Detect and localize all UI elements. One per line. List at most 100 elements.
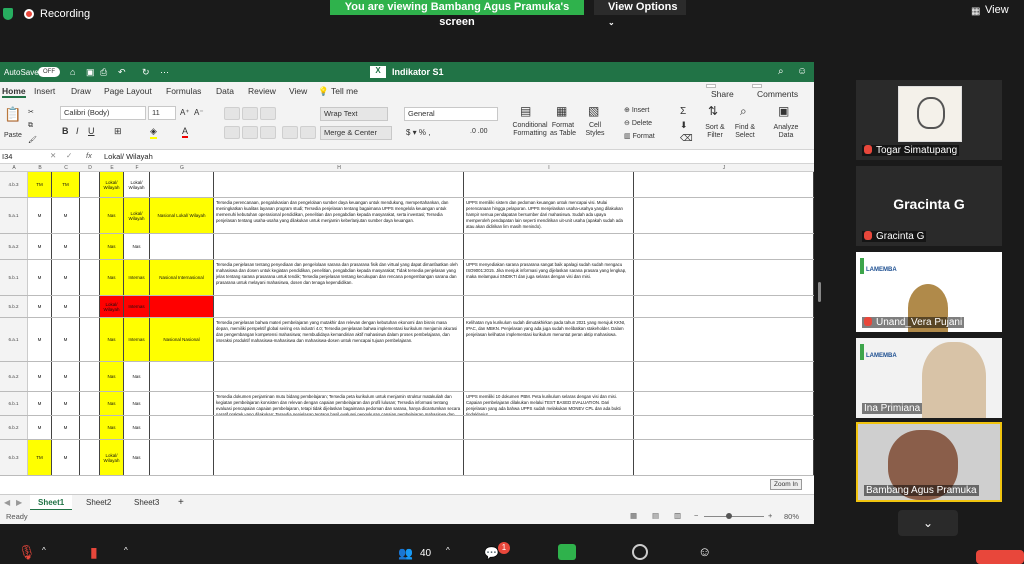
view-button[interactable]: View — [985, 4, 1009, 16]
table-cell[interactable]: Lokal/ Wilayah — [124, 172, 150, 197]
table-cell[interactable] — [464, 362, 634, 391]
account-icon[interactable]: ☺ — [797, 66, 807, 77]
table-cell[interactable] — [464, 234, 634, 259]
format-as-table-label[interactable]: Format as Table — [548, 122, 578, 138]
table-cell[interactable]: Nas — [100, 392, 124, 415]
row-header[interactable]: 5.b.1 — [0, 260, 28, 295]
tab-review[interactable]: Review — [248, 86, 276, 96]
row-header[interactable]: 5.b.2 — [0, 296, 28, 317]
table-cell[interactable]: Nas — [100, 416, 124, 439]
indent-icon[interactable] — [300, 126, 316, 139]
normal-view-icon[interactable]: ▦ — [630, 511, 637, 520]
analyze-data-label[interactable]: Analyze Data — [770, 124, 802, 140]
sheet-tab-2[interactable]: Sheet2 — [86, 498, 111, 507]
tab-draw[interactable]: Draw — [71, 86, 91, 96]
chevron-up-icon[interactable]: ^ — [446, 546, 450, 555]
zoom-slider[interactable] — [704, 516, 764, 517]
leave-button[interactable] — [976, 550, 1024, 564]
table-cell[interactable] — [80, 296, 100, 317]
font-color-icon[interactable]: A — [182, 126, 189, 138]
home-icon[interactable]: ⌂ — [70, 67, 75, 77]
tab-home[interactable]: Home — [2, 86, 26, 98]
table-cell[interactable]: Lokal/ Wilayah — [100, 172, 124, 197]
row-header[interactable]: 6.a.1 — [0, 318, 28, 361]
insert-cells-button[interactable]: ⊕ Insert — [624, 106, 649, 114]
column-header[interactable]: F — [124, 165, 150, 171]
table-cell[interactable]: M — [28, 362, 52, 391]
italic-icon[interactable]: I — [76, 126, 79, 136]
row-header[interactable]: 5.a.2 — [0, 234, 28, 259]
column-header[interactable]: A — [0, 165, 28, 171]
find-select-label[interactable]: Find & Select — [730, 124, 760, 140]
copy-icon[interactable]: ⧉ — [28, 122, 33, 130]
tab-page-layout[interactable]: Page Layout — [104, 86, 152, 96]
table-cell[interactable] — [634, 318, 814, 361]
spreadsheet-grid[interactable]: A B C D E F G H I J 4.b.3 TM TM Lokal/ Wila… — [0, 164, 814, 494]
table-cell[interactable]: Nas — [124, 392, 150, 415]
table-cell[interactable]: UPPS memiliki 10 dokumen PBM. Peta kurik… — [464, 392, 634, 415]
outdent-icon[interactable] — [282, 126, 298, 139]
table-cell[interactable] — [80, 172, 100, 197]
row-header[interactable]: 5.a.1 — [0, 198, 28, 233]
table-cell[interactable]: Nas — [100, 362, 124, 391]
table-cell[interactable] — [150, 172, 214, 197]
table-cell[interactable]: Nas — [100, 318, 124, 361]
font-name-select[interactable]: Calibri (Body) — [60, 106, 146, 120]
enter-icon[interactable]: ✓ — [66, 151, 72, 160]
table-cell[interactable]: M — [52, 296, 80, 317]
save-icon[interactable]: ▣ — [86, 67, 95, 78]
table-cell[interactable] — [634, 392, 814, 415]
security-shield-icon[interactable] — [3, 8, 13, 20]
conditional-formatting-icon[interactable]: ▤ — [520, 104, 531, 118]
table-cell[interactable]: Nas — [100, 198, 124, 233]
active-speaker-tile[interactable]: Bambang Agus Pramuka — [856, 422, 1002, 502]
table-cell[interactable] — [80, 416, 100, 439]
table-cell[interactable] — [214, 362, 464, 391]
table-cell[interactable]: Nas — [100, 260, 124, 295]
table-cell[interactable]: M — [52, 234, 80, 259]
redo-icon[interactable]: ↻ — [142, 67, 150, 78]
table-cell[interactable]: Lokal/ Wilayah — [124, 198, 150, 233]
sheet-tab-1[interactable]: Sheet1 — [30, 495, 73, 511]
number-format-select[interactable]: General — [404, 107, 498, 121]
table-cell[interactable] — [214, 416, 464, 439]
participant-tile[interactable]: Togar Simatupang — [856, 80, 1002, 160]
table-cell[interactable]: Nas — [124, 440, 150, 475]
table-cell[interactable] — [150, 296, 214, 317]
table-cell[interactable]: M — [28, 392, 52, 415]
tab-formulas[interactable]: Formulas — [166, 86, 201, 96]
clipboard-icon[interactable]: 📋 — [4, 106, 21, 123]
next-sheet-icon[interactable]: ▶ — [16, 498, 22, 507]
table-cell[interactable]: TM — [28, 172, 52, 197]
view-options-button[interactable]: View Options ⌄ — [594, 0, 686, 27]
table-cell[interactable] — [214, 172, 464, 197]
row-header[interactable]: 6.b.1 — [0, 392, 28, 415]
borders-icon[interactable]: ⊞ — [114, 126, 122, 137]
table-cell[interactable]: M — [52, 416, 80, 439]
table-cell[interactable]: TM — [52, 172, 80, 197]
currency-icon[interactable]: $ ▾ % , — [406, 128, 430, 137]
sheet-tab-3[interactable]: Sheet3 — [134, 498, 159, 507]
align-bottom-icon[interactable] — [260, 107, 276, 120]
table-cell[interactable] — [80, 440, 100, 475]
column-header[interactable]: C — [52, 165, 80, 171]
participant-tile[interactable]: LAMEMBA Ina Primiana — [856, 338, 1002, 418]
column-header[interactable]: D — [80, 165, 100, 171]
table-cell[interactable] — [214, 296, 464, 317]
record-icon[interactable] — [632, 544, 648, 560]
table-cell[interactable]: TM — [28, 440, 52, 475]
table-cell[interactable]: M — [28, 234, 52, 259]
tab-view[interactable]: View — [289, 86, 307, 96]
table-cell[interactable] — [214, 440, 464, 475]
cell-styles-icon[interactable]: ▧ — [588, 104, 599, 118]
cell-styles-label[interactable]: Cell Styles — [580, 122, 610, 138]
table-cell[interactable] — [150, 416, 214, 439]
align-middle-icon[interactable] — [242, 107, 258, 120]
table-cell[interactable]: M — [52, 440, 80, 475]
decimal-icon[interactable]: .0 .00 — [470, 128, 488, 135]
table-cell[interactable]: M — [28, 260, 52, 295]
format-painter-icon[interactable]: 🖌 — [28, 136, 37, 144]
table-cell[interactable]: Nas — [124, 362, 150, 391]
table-cell[interactable] — [150, 362, 214, 391]
align-center-icon[interactable] — [242, 126, 258, 139]
